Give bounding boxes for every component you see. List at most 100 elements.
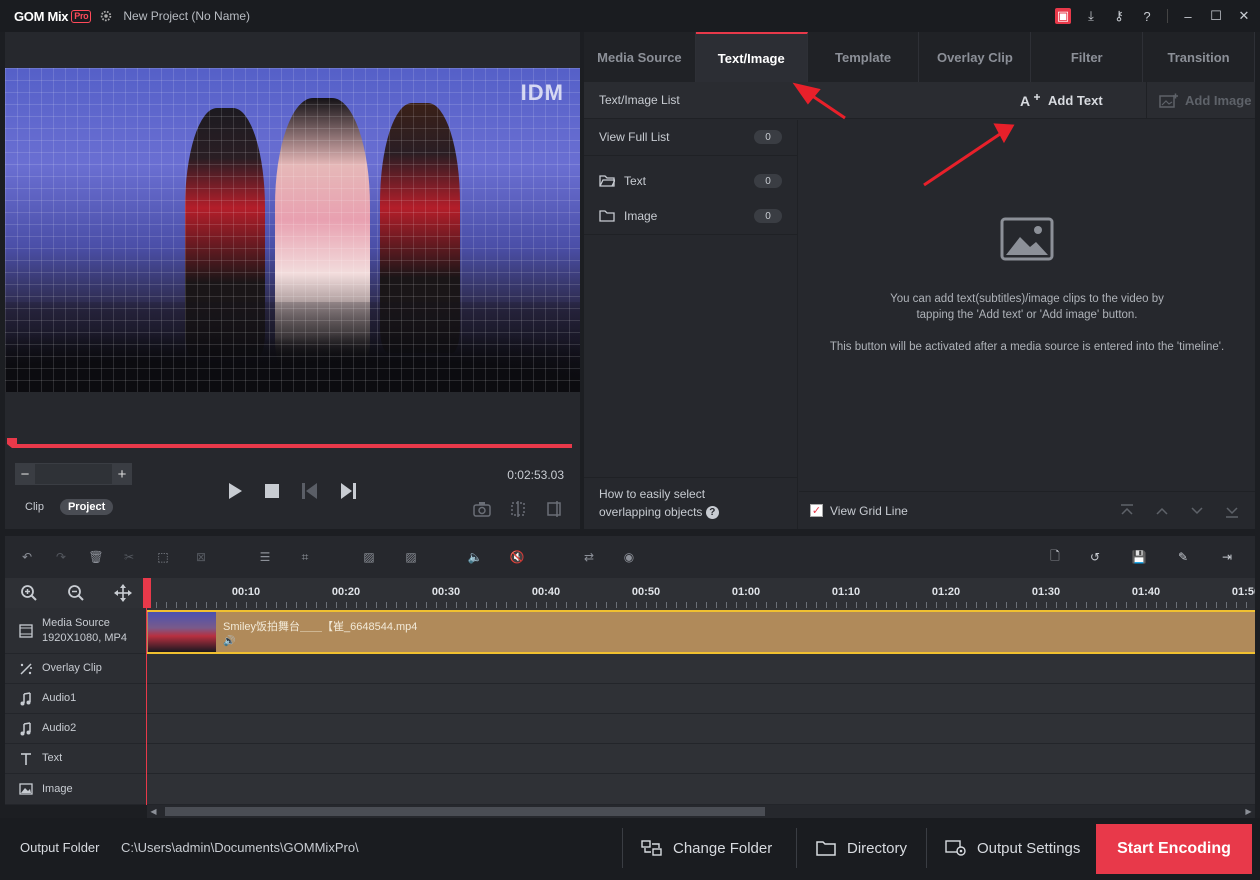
text-image-list: View Full List 0 Text 0 Image 0 How to e… <box>584 120 798 529</box>
bring-forward-icon[interactable] <box>1153 502 1171 520</box>
mute-icon[interactable]: 🔇 <box>507 547 527 567</box>
list-item-text[interactable]: Text 0 <box>584 165 798 197</box>
add-text-button[interactable]: A Add Text <box>1020 82 1103 119</box>
replace-clip-icon[interactable]: ⇄ <box>579 547 599 567</box>
fit-icon[interactable] <box>113 584 132 602</box>
minimize-icon[interactable]: – <box>1180 8 1196 24</box>
close-icon[interactable]: ✕ <box>1236 8 1252 24</box>
view-grid-checkbox[interactable]: ✓ <box>810 504 823 517</box>
list-item-label: Image <box>624 209 658 223</box>
mode-clip[interactable]: Clip <box>17 499 52 515</box>
empty-state: You can add text(subtitles)/image clips … <box>799 120 1255 491</box>
title-bar: GOM Mix Pro New Project (No Name) ▣ ⤓ ⚷ … <box>0 0 1260 32</box>
new-project-icon[interactable]: 🗋 <box>1045 547 1065 567</box>
save-as-icon[interactable]: ✎ <box>1173 547 1193 567</box>
playhead-handle[interactable] <box>143 578 151 608</box>
ruler-tick: 01:00 <box>731 586 761 598</box>
seek-bar[interactable] <box>12 444 572 448</box>
question-icon[interactable]: ? <box>705 506 719 520</box>
empty-message: You can add text(subtitles)/image clips … <box>890 293 1164 305</box>
scroll-thumb[interactable] <box>165 807 765 816</box>
zoom-in-button[interactable]: + <box>112 463 132 485</box>
deselect-icon[interactable]: ⊠ <box>191 547 211 567</box>
send-backward-icon[interactable] <box>1188 502 1206 520</box>
directory-button[interactable]: Directory <box>796 828 907 868</box>
ruler-tick: 00:20 <box>331 586 361 598</box>
zoom-out-button[interactable]: − <box>15 463 35 485</box>
prev-frame-icon[interactable] <box>299 480 321 502</box>
video-preview[interactable]: IDM <box>5 68 580 392</box>
ruler-tick: 01:10 <box>831 586 861 598</box>
add-text-icon: A <box>1020 93 1040 109</box>
crop-app-icon[interactable]: ▣ <box>1055 8 1071 24</box>
track-label-overlay: Overlay Clip <box>5 654 146 684</box>
tab-media-source[interactable]: Media Source <box>584 32 696 82</box>
image-prev-icon[interactable]: ▨ <box>359 547 379 567</box>
zoom-out-icon[interactable] <box>67 584 85 602</box>
download-icon[interactable]: ⤓ <box>1083 8 1099 24</box>
adjust-icon[interactable]: ☰ <box>255 547 275 567</box>
split-icon[interactable] <box>508 500 528 518</box>
stop-icon[interactable] <box>261 480 283 502</box>
start-encoding-button[interactable]: Start Encoding <box>1096 824 1252 874</box>
bring-to-front-icon[interactable] <box>1118 502 1136 520</box>
undo-icon[interactable]: ↶ <box>17 547 37 567</box>
zoom-in-icon[interactable] <box>20 584 38 602</box>
ruler-tick: 01:30 <box>1031 586 1061 598</box>
scroll-left-icon[interactable]: ◀ <box>147 805 160 818</box>
cut-icon[interactable]: ✂ <box>119 547 139 567</box>
media-clip[interactable]: Smiley饭拍舞台＿＿【崔_6648544.mp4 🔊 <box>147 610 1255 654</box>
change-folder-label: Change Folder <box>673 839 773 857</box>
count-badge: 0 <box>754 130 782 144</box>
crop-icon[interactable]: ⌗ <box>295 547 315 567</box>
image-next-icon[interactable]: ▨ <box>401 547 421 567</box>
ruler-tick: 01:50 <box>1231 586 1255 598</box>
tab-text-image[interactable]: Text/Image <box>695 32 808 82</box>
ruler-marks[interactable]: 00:10 00:20 00:30 00:40 00:50 01:00 01:10 01:20… <box>146 578 1255 608</box>
next-frame-icon[interactable] <box>337 480 359 502</box>
track-name: Media Source 1920X1080, MP4 <box>42 616 127 646</box>
track-audio2[interactable] <box>147 714 1255 744</box>
music-note-icon <box>20 691 31 705</box>
ruler-tick: 00:40 <box>531 586 561 598</box>
tab-transition[interactable]: Transition <box>1143 32 1255 82</box>
help-link[interactable]: How to easily select overlapping objects… <box>599 485 719 521</box>
maximize-icon[interactable]: ☐ <box>1208 8 1224 24</box>
transport-controls <box>223 480 359 502</box>
help-icon[interactable]: ? <box>1139 8 1155 24</box>
gear-icon[interactable] <box>99 9 113 23</box>
preview-clip-icon[interactable]: ◉ <box>619 547 639 567</box>
add-image-button[interactable]: Add Image <box>1146 82 1251 119</box>
camera-icon[interactable] <box>472 500 492 518</box>
aspect-icon[interactable] <box>544 500 564 518</box>
mode-project[interactable]: Project <box>59 499 114 515</box>
select-area-icon[interactable]: ⬚ <box>153 547 173 567</box>
scroll-right-icon[interactable]: ▶ <box>1242 805 1255 818</box>
list-item-image[interactable]: Image 0 <box>584 200 798 232</box>
save-icon[interactable]: 💾 <box>1129 547 1149 567</box>
volume-icon[interactable]: 🔈 <box>465 547 485 567</box>
list-item-view-full[interactable]: View Full List 0 <box>584 121 798 153</box>
redo-icon[interactable]: ↷ <box>51 547 71 567</box>
clip-name: Smiley饭拍舞台＿＿【崔_6648544.mp4 <box>223 621 418 633</box>
track-text[interactable] <box>147 744 1255 774</box>
tab-overlay-clip[interactable]: Overlay Clip <box>919 32 1032 82</box>
tab-filter[interactable]: Filter <box>1031 32 1144 82</box>
sparkle-icon <box>20 662 32 675</box>
empty-message: tapping the 'Add text' or 'Add image' bu… <box>916 309 1138 321</box>
export-icon[interactable]: ⇥ <box>1217 547 1237 567</box>
track-overlay[interactable] <box>147 654 1255 684</box>
key-icon[interactable]: ⚷ <box>1111 8 1127 24</box>
track-label-audio1: Audio1 <box>5 684 146 714</box>
track-image[interactable] <box>147 774 1255 805</box>
zoom-field[interactable] <box>35 463 112 485</box>
send-to-back-icon[interactable] <box>1223 502 1241 520</box>
delete-icon[interactable]: 🗑 <box>86 547 106 567</box>
timeline-scrollbar[interactable]: ◀ ▶ <box>147 805 1255 818</box>
open-project-icon[interactable]: ↺ <box>1085 547 1105 567</box>
change-folder-button[interactable]: Change Folder <box>622 828 772 868</box>
track-audio1[interactable] <box>147 684 1255 714</box>
output-settings-button[interactable]: Output Settings <box>926 828 1080 868</box>
tab-template[interactable]: Template <box>808 32 920 82</box>
play-icon[interactable] <box>223 480 245 502</box>
